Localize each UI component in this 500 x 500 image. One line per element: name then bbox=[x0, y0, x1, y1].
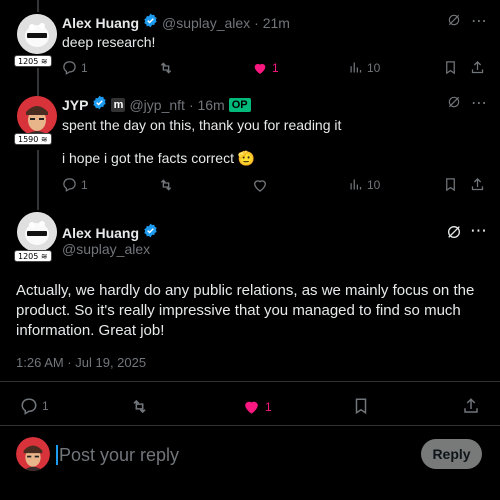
grok-icon[interactable] bbox=[447, 95, 461, 114]
views-button[interactable]: 10 bbox=[348, 60, 380, 75]
reply-count: 1 bbox=[42, 399, 49, 413]
views-icon bbox=[348, 60, 363, 75]
post-time[interactable]: · 16m bbox=[189, 97, 225, 113]
more-icon[interactable]: ⋯ bbox=[470, 221, 487, 241]
more-icon[interactable]: ⋯ bbox=[471, 11, 487, 31]
bookmark-icon[interactable] bbox=[443, 60, 458, 80]
repost-icon bbox=[158, 177, 174, 193]
heart-filled-icon bbox=[252, 60, 268, 76]
op-badge: OP bbox=[228, 98, 251, 112]
text-cursor bbox=[56, 445, 58, 465]
affiliate-logo-icon: m bbox=[111, 98, 126, 112]
avatar[interactable] bbox=[17, 14, 57, 54]
post-text: spent the day on this, thank you for rea… bbox=[62, 117, 342, 133]
repost-button[interactable] bbox=[130, 397, 149, 416]
reply-icon bbox=[62, 60, 77, 75]
like-count: 1 bbox=[265, 399, 272, 414]
heart-icon bbox=[252, 177, 268, 193]
reply-icon bbox=[20, 397, 38, 415]
reply-button[interactable]: 1 bbox=[20, 397, 49, 415]
divider bbox=[0, 425, 500, 426]
author-name[interactable]: Alex Huang bbox=[62, 225, 139, 241]
like-button[interactable]: 1 bbox=[242, 397, 272, 416]
views-icon bbox=[348, 177, 363, 192]
author-handle[interactable]: @suplay_alex bbox=[162, 15, 250, 31]
author-handle[interactable]: @suplay_alex bbox=[62, 241, 150, 257]
reply-button[interactable]: 1 bbox=[62, 177, 88, 192]
avatar[interactable] bbox=[17, 212, 57, 252]
share-icon[interactable] bbox=[462, 397, 480, 420]
score-badge: 1205 ≋ bbox=[14, 250, 52, 262]
divider bbox=[0, 381, 500, 382]
views-button[interactable]: 10 bbox=[348, 177, 380, 192]
view-count: 10 bbox=[367, 60, 381, 75]
repost-button[interactable] bbox=[158, 60, 174, 76]
thread-line bbox=[37, 150, 39, 210]
reply-count: 1 bbox=[81, 177, 88, 192]
bookmark-icon[interactable] bbox=[443, 177, 458, 197]
verified-icon bbox=[143, 13, 158, 33]
verified-icon bbox=[143, 223, 158, 243]
like-count: 1 bbox=[272, 61, 279, 75]
avatar[interactable] bbox=[17, 96, 57, 136]
thread-line bbox=[37, 68, 39, 96]
more-icon[interactable]: ⋯ bbox=[471, 93, 487, 113]
share-icon[interactable] bbox=[470, 177, 485, 197]
post-text: deep research! bbox=[62, 34, 156, 50]
reply-placeholder: Post your reply bbox=[59, 444, 180, 465]
author-handle[interactable]: @jyp_nft bbox=[129, 97, 184, 113]
repost-icon bbox=[130, 397, 149, 416]
reply-input[interactable]: Post your reply bbox=[56, 442, 396, 468]
thread-line bbox=[37, 0, 39, 12]
repost-button[interactable] bbox=[158, 177, 174, 193]
score-badge: 1590 ≋ bbox=[14, 133, 52, 145]
post-timestamp[interactable]: 1:26 AM · Jul 19, 2025 bbox=[16, 355, 146, 370]
avatar bbox=[16, 437, 50, 471]
reply-count: 1 bbox=[81, 60, 88, 75]
like-button[interactable]: 1 bbox=[252, 60, 279, 76]
score-badge: 1205 ≋ bbox=[14, 55, 52, 67]
share-icon[interactable] bbox=[470, 60, 485, 80]
bookmark-icon[interactable] bbox=[352, 397, 370, 420]
like-button[interactable] bbox=[252, 177, 268, 193]
grok-icon[interactable] bbox=[447, 13, 461, 32]
reply-icon bbox=[62, 177, 77, 192]
post-text: i hope i got the facts correct 🫡 bbox=[62, 150, 256, 166]
reply-button[interactable]: 1 bbox=[62, 60, 88, 75]
author-name[interactable]: JYP bbox=[62, 97, 88, 113]
heart-filled-icon bbox=[242, 397, 261, 416]
post-time[interactable]: · 21m bbox=[254, 15, 290, 31]
repost-icon bbox=[158, 60, 174, 76]
view-count: 10 bbox=[367, 177, 381, 192]
author-name[interactable]: Alex Huang bbox=[62, 15, 139, 31]
main-post-text: Actually, we hardly do any public relati… bbox=[16, 282, 475, 339]
reply-submit-button[interactable]: Reply bbox=[421, 439, 482, 469]
grok-icon[interactable] bbox=[446, 224, 462, 245]
verified-icon bbox=[92, 95, 107, 115]
